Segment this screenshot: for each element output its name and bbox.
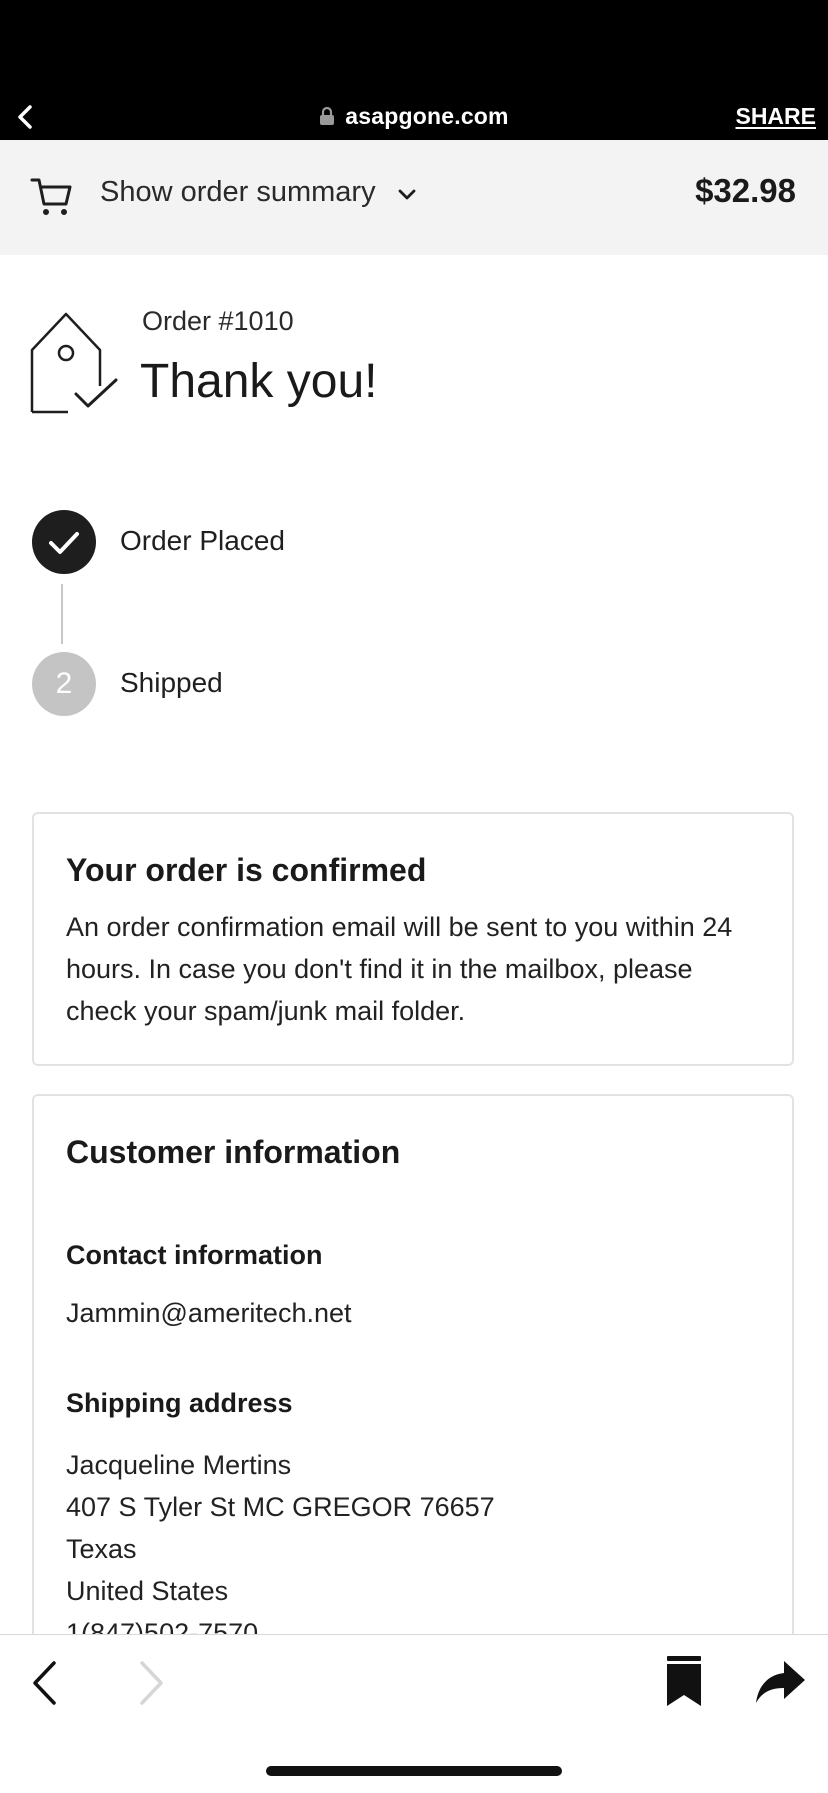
page-title: Thank you! xyxy=(140,355,378,408)
lock-icon xyxy=(320,106,335,125)
confirmation-body: An order confirmation email will be sent… xyxy=(66,912,733,1026)
address-country: United States xyxy=(66,1576,229,1606)
chevron-right-icon[interactable] xyxy=(136,1659,166,1707)
step-connector xyxy=(61,584,63,644)
share-arrow-icon[interactable] xyxy=(754,1659,806,1705)
address-state: Texas xyxy=(66,1534,137,1564)
checkmark-icon xyxy=(49,532,79,554)
bookmark-icon[interactable] xyxy=(666,1655,702,1707)
order-number: Order #1010 xyxy=(142,306,294,336)
chevron-left-icon[interactable] xyxy=(30,1659,60,1707)
step-shipped-indicator: 2 xyxy=(32,652,96,716)
domain-text: asapgone.com xyxy=(345,103,509,129)
home-indicator xyxy=(266,1766,562,1776)
order-summary-label: Show order summary xyxy=(100,176,376,208)
order-total: $32.98 xyxy=(695,172,796,209)
order-summary-toggle[interactable]: Show order summary $32.98 xyxy=(0,140,828,255)
address-name: Jacqueline Mertins xyxy=(66,1450,292,1480)
order-tag-check-icon xyxy=(30,312,118,414)
step-order-placed-label: Order Placed xyxy=(120,525,285,556)
shipping-address: Jacqueline Mertins 407 S Tyler St MC GRE… xyxy=(66,1444,495,1654)
contact-information-heading: Contact information xyxy=(66,1240,323,1270)
order-confirmed-card: Your order is confirmed An order confirm… xyxy=(32,812,794,1066)
cart-icon xyxy=(30,178,72,215)
customer-information-title: Customer information xyxy=(66,1134,401,1170)
share-link[interactable]: SHARE xyxy=(735,103,816,130)
chevron-down-icon xyxy=(398,189,416,200)
browser-top-bar: asapgone.com SHARE xyxy=(0,0,828,140)
shipping-address-heading: Shipping address xyxy=(66,1388,293,1418)
step-order-placed-indicator xyxy=(32,510,96,574)
confirmation-title: Your order is confirmed xyxy=(66,852,427,888)
contact-email: Jammin@ameritech.net xyxy=(66,1298,352,1328)
address-bar[interactable]: asapgone.com xyxy=(0,103,828,130)
address-street: 407 S Tyler St MC GREGOR 76657 xyxy=(66,1492,495,1522)
step-shipped-label: Shipped xyxy=(120,667,223,698)
